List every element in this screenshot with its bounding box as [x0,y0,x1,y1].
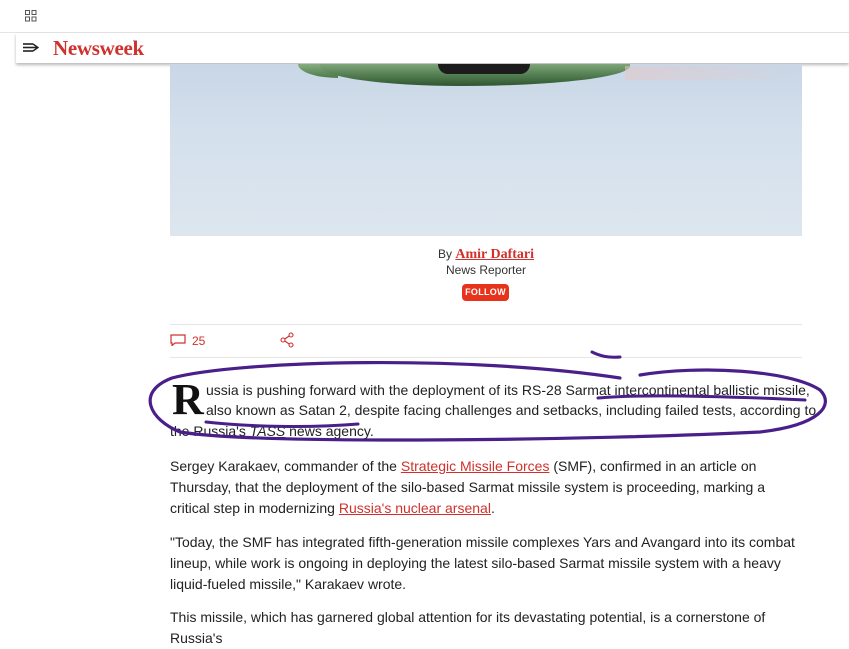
byline: By Amir Daftari [0,247,849,263]
nuclear-arsenal-link[interactable]: Russia's nuclear arsenal [339,500,491,516]
article-hero-image [170,64,802,236]
menu-icon[interactable] [23,41,39,55]
follow-button[interactable]: FOLLOW [462,284,509,301]
paragraph-1: Sergey Karakaev, commander of the Strate… [170,456,802,519]
newsweek-logo[interactable]: Newsweek [53,36,144,61]
comment-count[interactable]: 25 [192,334,205,348]
divider-top [170,324,802,325]
lead-line-3-post: news agency. [285,423,374,439]
divider-bottom [170,357,802,358]
comment-icon[interactable] [170,334,186,346]
paragraph-3: This missile, which has garnered global … [170,609,766,646]
p1-text-a: Sergey Karakaev, commander of the [170,458,401,474]
lead-line-3-pre: the Russia's [170,423,250,439]
video-overlay-control[interactable] [438,64,530,74]
strategic-missile-forces-link[interactable]: Strategic Missile Forces [401,458,550,474]
site-header: Newsweek [16,33,849,63]
grid-icon[interactable] [25,10,37,22]
browser-top-strip [0,0,849,33]
share-icon[interactable] [280,332,294,348]
author-link[interactable]: Amir Daftari [455,247,534,262]
p1-text-c: . [490,500,495,516]
paragraph-2: "Today, the SMF has integrated fifth-gen… [170,534,795,592]
author-role: News Reporter [445,263,527,277]
lead-line-3: the Russia's TASS news agency. [170,421,374,441]
byline-prefix: By [437,247,452,261]
drop-cap: R [172,375,204,424]
lead-line-2: also known as Satan 2, despite facing ch… [206,402,817,418]
exhaust-trail [625,66,802,80]
tass-link[interactable]: TASS [250,423,286,439]
lead-line-1: ussia is pushing forward with the deploy… [206,382,810,398]
